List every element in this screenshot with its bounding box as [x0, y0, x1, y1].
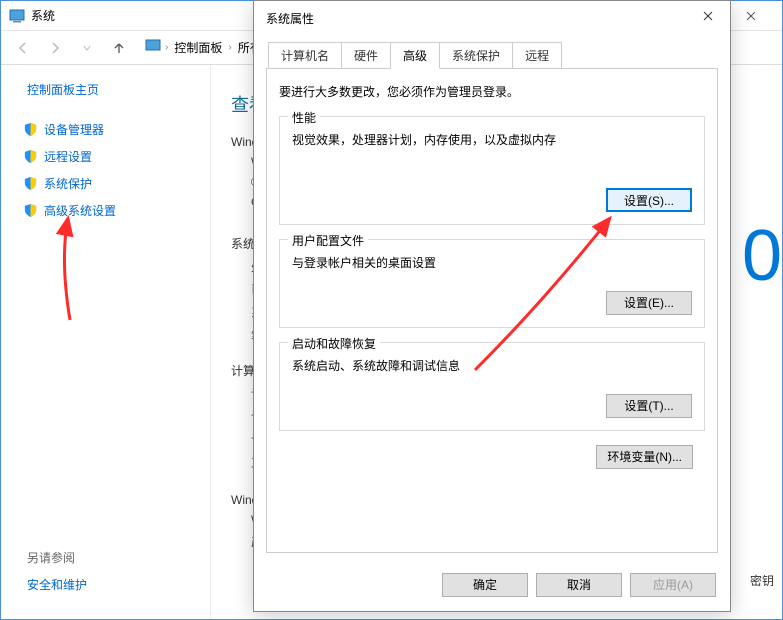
ok-button[interactable]: 确定: [442, 573, 528, 597]
product-key-label: 密钥: [750, 572, 774, 589]
sidebar-item-1[interactable]: 远程设置: [11, 143, 200, 170]
shield-icon: [23, 122, 38, 137]
groupbox-legend: 性能: [288, 109, 320, 126]
breadcrumb-item[interactable]: 控制面板: [172, 39, 224, 56]
settings-button-0[interactable]: 设置(S)...: [606, 188, 692, 212]
tab-计算机名[interactable]: 计算机名: [268, 42, 342, 69]
tab-strip: 计算机名硬件高级系统保护远程: [254, 35, 730, 68]
sidebar-item-0[interactable]: 设备管理器: [11, 116, 200, 143]
sidebar-item-2[interactable]: 系统保护: [11, 170, 200, 197]
recent-dropdown[interactable]: [73, 34, 101, 62]
system-icon-small: [145, 38, 161, 57]
groupbox-desc: 视觉效果，处理器计划，内存使用，以及虚拟内存: [292, 131, 692, 148]
windows-version-digit: 0: [742, 215, 782, 297]
settings-button-2[interactable]: 设置(T)...: [606, 394, 692, 418]
admin-note: 要进行大多数更改，您必须作为管理员登录。: [279, 83, 705, 100]
forward-button[interactable]: [41, 34, 69, 62]
shield-icon: [23, 203, 38, 218]
dialog-titlebar: 系统属性: [254, 1, 730, 35]
shield-icon: [23, 176, 38, 191]
system-icon: [9, 8, 25, 24]
groupbox-启动和故障恢复: 启动和故障恢复系统启动、系统故障和调试信息设置(T)...: [279, 342, 705, 431]
sidebar-item-3[interactable]: 高级系统设置: [11, 197, 200, 224]
cancel-button[interactable]: 取消: [536, 573, 622, 597]
sidebar-item-label: 设备管理器: [44, 121, 104, 138]
sidebar-item-label: 远程设置: [44, 148, 92, 165]
tab-远程[interactable]: 远程: [512, 42, 562, 69]
control-panel-home-link[interactable]: 控制面板主页: [11, 81, 200, 98]
groupbox-用户配置文件: 用户配置文件与登录帐户相关的桌面设置设置(E)...: [279, 239, 705, 328]
security-maintenance-link[interactable]: 安全和维护: [27, 576, 87, 593]
section-label: 系统: [231, 237, 255, 251]
settings-button-1[interactable]: 设置(E)...: [606, 291, 692, 315]
close-button[interactable]: [728, 1, 774, 31]
environment-variables-button[interactable]: 环境变量(N)...: [596, 445, 693, 469]
sidebar-item-label: 系统保护: [44, 175, 92, 192]
groupbox-desc: 与登录帐户相关的桌面设置: [292, 254, 692, 271]
section-label: 计算: [231, 364, 255, 378]
tab-高级[interactable]: 高级: [390, 42, 440, 69]
dialog-footer: 确定 取消 应用(A): [254, 563, 730, 611]
shield-icon: [23, 149, 38, 164]
up-button[interactable]: [105, 34, 133, 62]
groupbox-desc: 系统启动、系统故障和调试信息: [292, 357, 692, 374]
system-properties-dialog: 系统属性 计算机名硬件高级系统保护远程 要进行大多数更改，您必须作为管理员登录。…: [253, 0, 731, 612]
chevron-right-icon: ›: [165, 42, 168, 53]
sidebar-item-label: 高级系统设置: [44, 202, 116, 219]
dialog-title: 系统属性: [266, 10, 314, 27]
dialog-close-button[interactable]: [686, 1, 730, 31]
back-button[interactable]: [9, 34, 37, 62]
see-also-label: 另请参阅: [27, 549, 87, 566]
apply-button[interactable]: 应用(A): [630, 573, 716, 597]
groupbox-性能: 性能视觉效果，处理器计划，内存使用，以及虚拟内存设置(S)...: [279, 116, 705, 225]
tab-body-advanced: 要进行大多数更改，您必须作为管理员登录。 性能视觉效果，处理器计划，内存使用，以…: [266, 68, 718, 553]
groupbox-legend: 启动和故障恢复: [288, 335, 380, 352]
chevron-right-icon: ›: [228, 42, 231, 53]
explorer-title: 系统: [31, 7, 55, 24]
groupbox-legend: 用户配置文件: [288, 232, 368, 249]
tab-系统保护[interactable]: 系统保护: [439, 42, 513, 69]
address-bar[interactable]: › 控制面板 › 所有: [145, 38, 264, 57]
tab-硬件[interactable]: 硬件: [341, 42, 391, 69]
sidebar: 控制面板主页 设备管理器远程设置系统保护高级系统设置 另请参阅 安全和维护: [1, 65, 211, 619]
